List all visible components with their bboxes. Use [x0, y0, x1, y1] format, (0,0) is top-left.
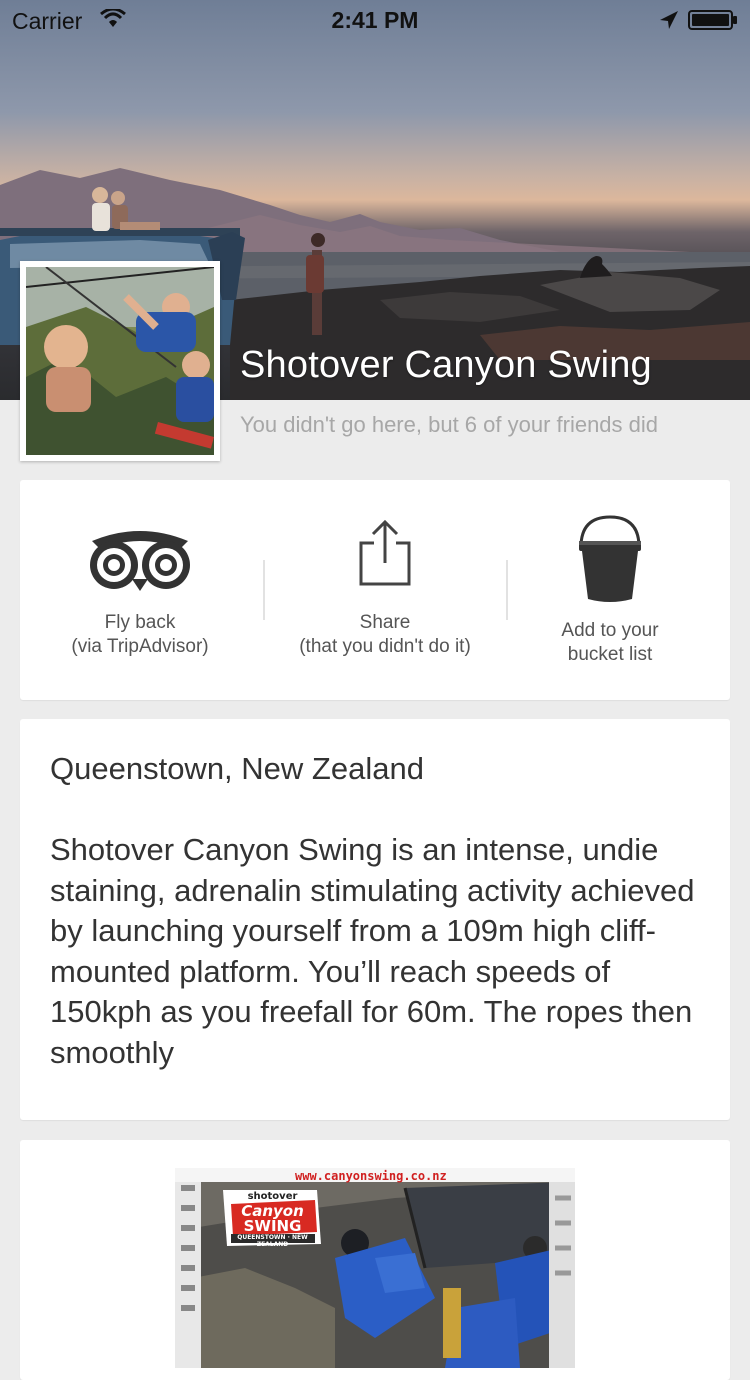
description-card: Queenstown, New Zealand Shotover Canyon … — [20, 719, 730, 1120]
poster-logo: shotover Canyon SWING QUEENSTOWN · NEW Z… — [225, 1186, 320, 1248]
poster-logo-bottom: QUEENSTOWN · NEW ZEALAND — [237, 1234, 308, 1248]
poster-logo-swing: SWING — [243, 1217, 302, 1235]
location-text: Queenstown, New Zealand — [50, 751, 424, 786]
bucket-sublabel: bucket list — [567, 644, 653, 665]
share-label: Share — [359, 612, 411, 633]
poster-card: www.canyonswing.co.nz shotover Canyon SW… — [20, 1140, 730, 1380]
add-to-bucket-list-button[interactable]: Add to your bucket list — [510, 480, 710, 700]
poster-logo-top: shotover — [247, 1191, 298, 1202]
fly-back-sublabel: (via TripAdvisor) — [71, 636, 209, 657]
fly-back-button[interactable]: Fly back (via TripAdvisor) — [20, 480, 260, 700]
friends-note: You didn't go here, but 6 of your friend… — [240, 412, 659, 437]
bucket-icon — [579, 515, 641, 602]
bucket-label: Add to your — [561, 620, 659, 641]
poster-url-text: www.canyonswing.co.nz — [295, 1169, 447, 1183]
divider — [506, 560, 508, 620]
battery-icon — [688, 10, 737, 30]
status-bar: Carrier 2:41 PM — [0, 0, 750, 40]
share-icon — [359, 519, 411, 586]
place-title: Shotover Canyon Swing — [240, 344, 652, 386]
location-arrow-icon — [660, 11, 678, 29]
thumbnail-photo — [26, 267, 214, 455]
actions-card: Fly back (via TripAdvisor) Share (that y… — [20, 480, 730, 700]
place-thumbnail[interactable] — [20, 261, 220, 461]
poster-image[interactable]: www.canyonswing.co.nz shotover Canyon SW… — [175, 1168, 575, 1368]
description-text: Shotover Canyon Swing is an intense, und… — [50, 832, 695, 1070]
share-button[interactable]: Share (that you didn't do it) — [265, 480, 505, 700]
fly-back-label: Fly back — [104, 612, 176, 633]
status-time: 2:41 PM — [331, 7, 419, 33]
share-sublabel: (that you didn't do it) — [299, 636, 471, 657]
tripadvisor-owl-icon — [90, 531, 190, 591]
